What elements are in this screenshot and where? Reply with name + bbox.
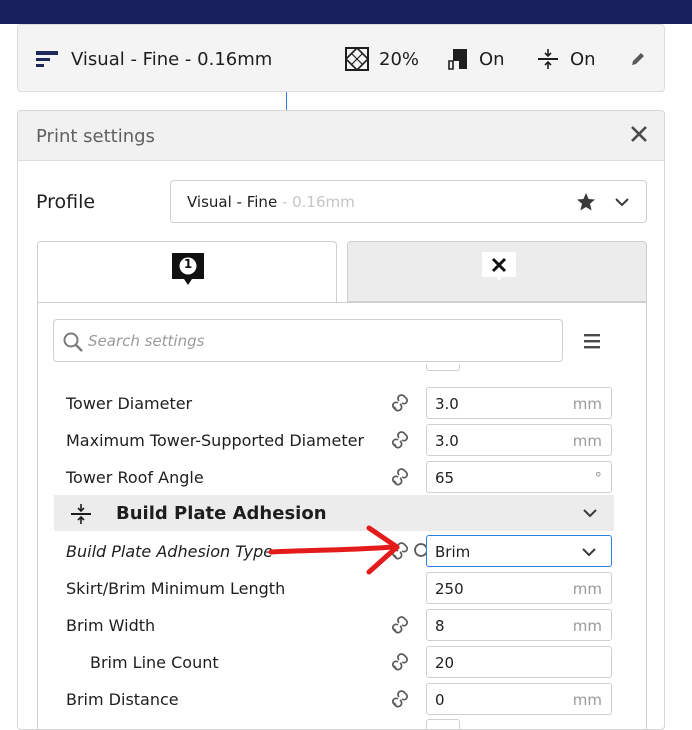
chevron-down-icon — [581, 544, 597, 564]
setting-label: Brim Distance — [66, 690, 179, 709]
setting-value: 65 — [435, 469, 455, 487]
print-settings-panel: Print settings Profile Visual - Fine - 0… — [17, 110, 665, 730]
setting-row-tower-diameter[interactable]: Tower Diameter 3.0 mm — [54, 384, 614, 421]
setting-row-brim-width[interactable]: Brim Width 8 mm — [54, 606, 614, 643]
link-icon[interactable] — [390, 430, 410, 450]
link-icon[interactable] — [390, 652, 410, 672]
setting-value-field[interactable]: 8 mm — [426, 609, 612, 641]
setting-unit: mm — [572, 617, 602, 635]
infill-value: 20% — [379, 48, 420, 70]
infill-summary[interactable]: 20% — [345, 25, 419, 93]
chevron-down-icon — [614, 194, 630, 214]
setting-value: 250 — [435, 580, 464, 598]
close-icon[interactable] — [628, 123, 650, 145]
setting-value-field[interactable]: 3.0 mm — [426, 424, 612, 456]
section-label: Build Plate Adhesion — [116, 503, 327, 524]
disabled-extruder-icon — [479, 251, 519, 291]
link-icon[interactable] — [390, 541, 410, 561]
settings-menu-icon[interactable] — [581, 330, 603, 352]
support-summary[interactable]: On — [447, 25, 505, 93]
top-left-gap — [0, 24, 18, 92]
previous-field-stub — [426, 364, 460, 371]
setting-value: 0 — [435, 691, 445, 709]
setting-label: Brim Line Count — [90, 653, 219, 672]
profile-summary-label: Visual - Fine - 0.16mm — [71, 48, 273, 70]
panel-title: Print settings — [36, 126, 155, 147]
adhesion-icon — [537, 48, 559, 70]
profile-layer-height: - 0.16mm — [277, 193, 355, 211]
link-icon[interactable] — [390, 393, 410, 413]
adhesion-value: On — [570, 48, 596, 70]
setting-value-field[interactable]: 0 mm — [426, 683, 612, 715]
search-input[interactable]: Search settings — [53, 319, 563, 362]
setting-label: Brim Width — [66, 616, 156, 635]
search-placeholder: Search settings — [88, 332, 205, 350]
link-icon[interactable] — [390, 615, 410, 635]
setting-unit: ° — [594, 469, 603, 487]
setting-row-skirt-brim-min-length[interactable]: Skirt/Brim Minimum Length 250 mm — [54, 569, 614, 606]
setting-unit: mm — [572, 691, 602, 709]
setting-value: 3.0 — [435, 395, 459, 413]
setting-row-brim-line-count[interactable]: Brim Line Count 20 — [54, 643, 614, 680]
adhesion-type-select[interactable]: Brim — [426, 535, 612, 567]
pencil-icon — [630, 51, 646, 67]
profile-lines-icon — [36, 49, 58, 69]
search-icon — [62, 331, 84, 357]
next-field-stub — [426, 719, 460, 729]
setting-label: Tower Roof Angle — [66, 468, 204, 487]
panel-header: Print settings — [18, 111, 664, 161]
profile-select[interactable]: Visual - Fine - 0.16mm — [170, 180, 647, 223]
edit-settings-button[interactable] — [630, 25, 646, 93]
setting-value: 8 — [435, 617, 445, 635]
setting-label: Tower Diameter — [66, 394, 193, 413]
setting-value-field[interactable]: 3.0 mm — [426, 387, 612, 419]
setting-value-field[interactable]: 250 mm — [426, 572, 612, 604]
setting-row-adhesion-type[interactable]: Build Plate Adhesion Type Brim — [54, 532, 614, 569]
profile-summary[interactable]: Visual - Fine - 0.16mm — [36, 25, 272, 93]
link-icon[interactable] — [390, 467, 410, 487]
extruder-badge-number: 1 — [183, 257, 193, 271]
setting-label: Maximum Tower-Supported Diameter — [66, 431, 365, 450]
setting-value: 20 — [435, 654, 455, 672]
tab-extruder-2[interactable] — [347, 241, 647, 302]
profile-label: Profile — [36, 191, 96, 213]
setting-value: Brim — [435, 543, 471, 561]
print-setup-summary-bar[interactable]: Visual - Fine - 0.16mm 20% On On — [17, 24, 665, 92]
splitter-line — [286, 92, 287, 110]
adhesion-summary[interactable]: On — [537, 25, 596, 93]
setting-unit: mm — [572, 395, 602, 413]
profile-name: Visual - Fine — [187, 193, 278, 211]
section-build-plate-adhesion[interactable]: Build Plate Adhesion — [54, 495, 614, 531]
tab-extruder-1[interactable]: 1 — [37, 241, 337, 303]
setting-value-field[interactable]: 65 ° — [426, 461, 612, 493]
app-top-band — [0, 0, 692, 24]
setting-row-tower-roof-angle[interactable]: Tower Roof Angle 65 ° — [54, 458, 614, 495]
setting-unit: mm — [572, 432, 602, 450]
adhesion-section-icon — [70, 503, 92, 529]
support-value: On — [479, 48, 505, 70]
setting-label: Skirt/Brim Minimum Length — [66, 579, 286, 598]
setting-row-max-tower-diameter[interactable]: Maximum Tower-Supported Diameter 3.0 mm — [54, 421, 614, 458]
support-icon — [447, 47, 469, 71]
extruder-badge-icon: 1 — [168, 251, 208, 295]
setting-unit: mm — [572, 580, 602, 598]
link-icon[interactable] — [390, 689, 410, 709]
setting-row-brim-distance[interactable]: Brim Distance 0 mm — [54, 680, 614, 717]
setting-label: Build Plate Adhesion Type — [66, 542, 274, 561]
chevron-down-icon — [582, 505, 598, 525]
infill-icon — [345, 47, 369, 71]
setting-value: 3.0 — [435, 432, 459, 450]
setting-value-field[interactable]: 20 — [426, 646, 612, 678]
star-icon[interactable] — [576, 192, 596, 216]
